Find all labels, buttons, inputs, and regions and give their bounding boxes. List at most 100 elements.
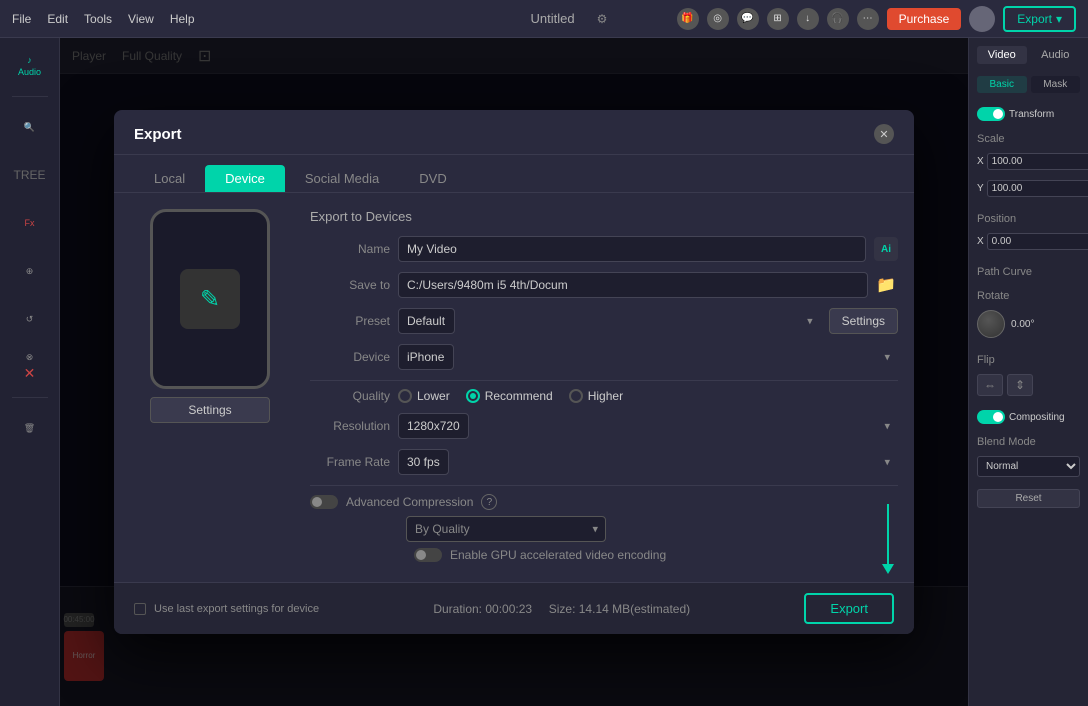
advanced-compression-label: Advanced Compression	[346, 495, 473, 509]
quality-higher-option[interactable]: Higher	[569, 389, 623, 403]
help-icon[interactable]: ?	[481, 494, 497, 510]
rotate-knob[interactable]	[977, 310, 1005, 338]
preview-phone-icon: ✎	[180, 269, 240, 329]
arrow-head	[882, 564, 894, 574]
transform-toggle[interactable]	[977, 107, 1005, 121]
menu-view[interactable]: View	[128, 12, 154, 26]
quality-lower-radio[interactable]	[398, 389, 412, 403]
position-x-input[interactable]	[987, 233, 1088, 250]
preset-select-wrapper: Default	[398, 308, 821, 334]
path-row: 📁	[398, 272, 898, 298]
menu-file[interactable]: File	[12, 12, 31, 26]
resolution-select-wrapper: 1280x720	[398, 413, 898, 439]
flip-horizontal-button[interactable]: ⇔	[977, 374, 1003, 396]
flip-buttons: ⇔ ⇕	[977, 374, 1080, 396]
scale-x-input[interactable]	[987, 153, 1088, 170]
menu-help[interactable]: Help	[170, 12, 195, 26]
quality-lower-label: Lower	[417, 389, 450, 403]
dialog-footer: Use last export settings for device Dura…	[114, 582, 914, 634]
quality-recommend-option[interactable]: Recommend	[466, 389, 553, 403]
target-icon[interactable]: ◎	[707, 8, 729, 30]
name-input[interactable]	[398, 236, 866, 262]
dialog-tabs: Local Device Social Media DVD	[114, 155, 914, 193]
sidebar-trash-icon[interactable]: 🗑	[10, 408, 50, 448]
tab-dvd[interactable]: DVD	[399, 165, 466, 192]
device-select-wrapper: iPhone	[398, 344, 898, 370]
rp-sub-basic[interactable]: Basic	[977, 76, 1027, 93]
sidebar-audio-icon[interactable]: ♪ Audio	[10, 46, 50, 86]
gpu-label: Enable GPU accelerated video encoding	[450, 548, 666, 562]
edit-preview-button[interactable]: Settings	[150, 397, 270, 423]
sidebar-item3[interactable]: ⊕	[10, 251, 50, 291]
tab-local[interactable]: Local	[134, 165, 205, 192]
flip-vertical-button[interactable]: ⇕	[1007, 374, 1033, 396]
footer-left: Use last export settings for device	[134, 603, 319, 615]
gift-icon[interactable]: 🎁	[677, 8, 699, 30]
rp-tab-video[interactable]: Video	[977, 46, 1027, 64]
sidebar-item4[interactable]: ↺	[10, 299, 50, 339]
advanced-compression-toggle[interactable]	[310, 495, 338, 509]
device-select[interactable]: iPhone	[398, 344, 454, 370]
apps-icon[interactable]: ⋯	[857, 8, 879, 30]
frame-rate-select[interactable]: 30 fps	[398, 449, 449, 475]
gpu-toggle[interactable]	[414, 548, 442, 562]
sidebar-tree-icon[interactable]: TREE	[10, 155, 50, 195]
reset-button[interactable]: Reset	[977, 489, 1080, 508]
device-row: Device iPhone	[310, 344, 898, 370]
scale-y-input[interactable]	[987, 180, 1088, 197]
quality-lower-option[interactable]: Lower	[398, 389, 450, 403]
position-label: Position	[977, 213, 1080, 225]
quality-higher-radio[interactable]	[569, 389, 583, 403]
scale-y-row: Y	[977, 180, 1080, 197]
rp-sub-mask[interactable]: Mask	[1031, 76, 1081, 93]
sidebar-effects-icon[interactable]: Fx	[10, 203, 50, 243]
settings-button[interactable]: Settings	[829, 308, 898, 334]
right-panel-tabs: Video Audio	[977, 46, 1080, 64]
menu-edit[interactable]: Edit	[47, 12, 68, 26]
sidebar-item5[interactable]: ⊗ ✕	[10, 347, 50, 387]
frame-rate-label: Frame Rate	[310, 455, 390, 469]
name-row: Name Ai	[310, 236, 898, 262]
export-top-button[interactable]: Export ▾	[1003, 6, 1076, 32]
comment-icon[interactable]: 💬	[737, 8, 759, 30]
preset-row: Preset Default Settings	[310, 308, 898, 334]
tab-device[interactable]: Device	[205, 165, 285, 192]
quality-by-wrapper: By Quality	[406, 516, 606, 542]
ai-icon[interactable]: Ai	[874, 237, 898, 261]
quality-recommend-radio[interactable]	[466, 389, 480, 403]
headphone-icon[interactable]: 🎧	[827, 8, 849, 30]
preview-area: ✎ Settings	[130, 209, 290, 566]
rotate-value: 0.00°	[1011, 319, 1034, 330]
grid-icon[interactable]: ⊞	[767, 8, 789, 30]
save-path-input[interactable]	[398, 272, 868, 298]
gpu-row: Enable GPU accelerated video encoding	[310, 548, 898, 562]
dialog-body: ✎ Settings Export to Devices Name Ai	[114, 193, 914, 582]
compositing-label: Compositing	[1009, 412, 1065, 423]
path-curve-label: Path Curve	[977, 266, 1080, 278]
tab-social-media[interactable]: Social Media	[285, 165, 399, 192]
size-info: Size: 14.14 MB(estimated)	[549, 602, 690, 616]
user-avatar[interactable]	[969, 6, 995, 32]
section-title: Export to Devices	[310, 209, 898, 224]
left-sidebar: ♪ Audio 🔍 TREE Fx ⊕ ↺ ⊗ ✕ 🗑	[0, 38, 60, 706]
preset-select[interactable]: Default	[398, 308, 455, 334]
download-icon[interactable]: ↓	[797, 8, 819, 30]
resolution-select[interactable]: 1280x720	[398, 413, 469, 439]
rp-tab-audio[interactable]: Audio	[1031, 46, 1081, 64]
dialog-close-button[interactable]: ✕	[874, 124, 894, 144]
blend-mode-select[interactable]: Normal	[977, 456, 1080, 477]
flip-label: Flip	[977, 354, 1080, 366]
menu-left: File Edit Tools View Help	[12, 12, 195, 26]
purchase-button[interactable]: Purchase	[887, 8, 962, 30]
remember-settings-checkbox[interactable]	[134, 603, 146, 615]
sidebar-search-icon[interactable]: 🔍	[10, 107, 50, 147]
menu-tools[interactable]: Tools	[84, 12, 112, 26]
compositing-toggle[interactable]	[977, 410, 1005, 424]
quality-by-select[interactable]: By Quality	[406, 516, 606, 542]
scale-x-label: X	[977, 156, 984, 167]
rotate-row: 0.00°	[977, 310, 1080, 338]
dialog-header: Export ✕	[114, 110, 914, 155]
name-label: Name	[310, 242, 390, 256]
folder-icon[interactable]: 📁	[874, 273, 898, 297]
export-final-button[interactable]: Export	[804, 593, 894, 624]
